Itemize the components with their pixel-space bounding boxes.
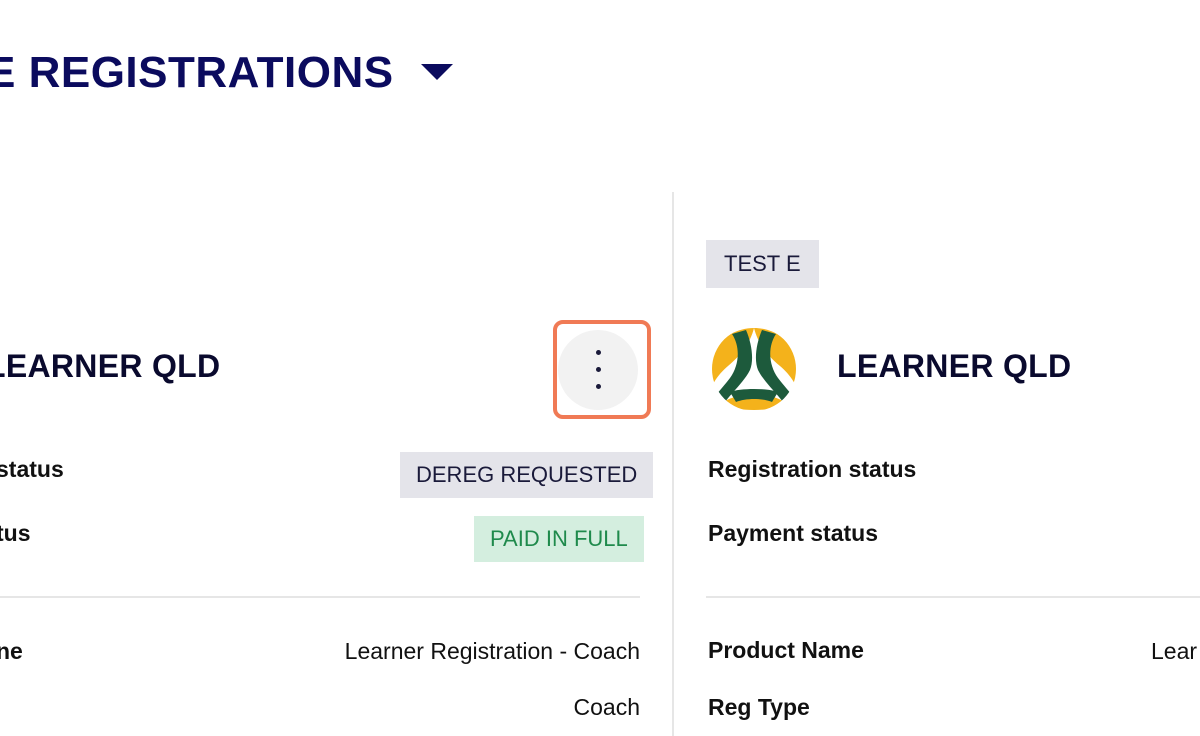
more-options-button[interactable]	[558, 330, 638, 410]
registration-status-badge: DEREG REQUESTED	[400, 452, 654, 498]
payment-status-label: tus	[0, 520, 31, 546]
payment-status-badge: PAID IN FULL	[474, 516, 644, 562]
column-divider	[672, 192, 674, 736]
left-card-divider	[0, 596, 640, 598]
kebab-menu-icon	[558, 330, 638, 410]
page-title[interactable]: E REGISTRATIONS	[0, 48, 394, 98]
payment-status-label: Payment status	[708, 520, 879, 546]
product-name-value: Learner Registration - Coach	[344, 638, 640, 664]
reg-type-value: Coach	[573, 694, 640, 720]
registration-status-label: Registration status	[708, 456, 917, 482]
product-name-label: ne	[0, 638, 23, 664]
football-australia-logo	[712, 327, 796, 411]
reg-type-label: Reg Type	[708, 694, 810, 720]
product-name-value: Lear	[1151, 638, 1198, 664]
test-tag: TEST E	[706, 240, 819, 288]
left-card-title: LEARNER QLD	[0, 348, 221, 384]
product-name-label: Product Name	[708, 637, 864, 663]
right-card-divider	[706, 596, 1200, 598]
caret-down-icon[interactable]	[421, 64, 453, 80]
registration-status-label: status	[0, 456, 64, 482]
right-card-title: LEARNER QLD	[837, 348, 1072, 384]
